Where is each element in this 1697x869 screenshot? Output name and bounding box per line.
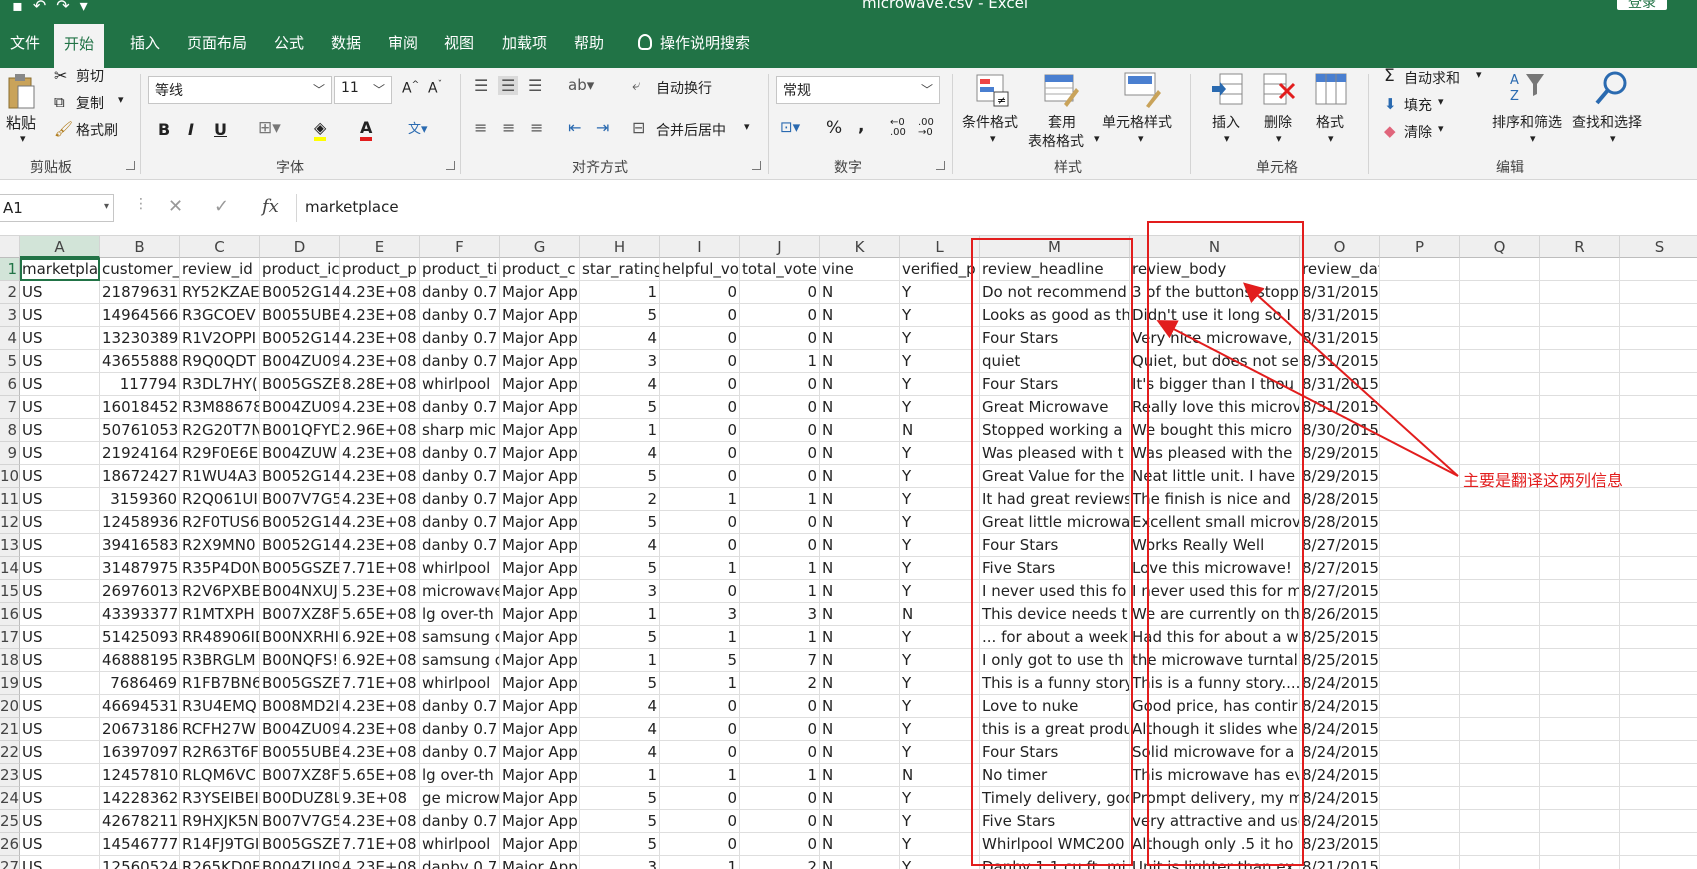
- annotation-text: 主要是翻译这两列信息: [1463, 471, 1624, 490]
- arrow-to-body: [1243, 282, 1459, 477]
- annotation-arrows: [1156, 282, 1459, 477]
- arrow-to-headline: [1156, 320, 1459, 477]
